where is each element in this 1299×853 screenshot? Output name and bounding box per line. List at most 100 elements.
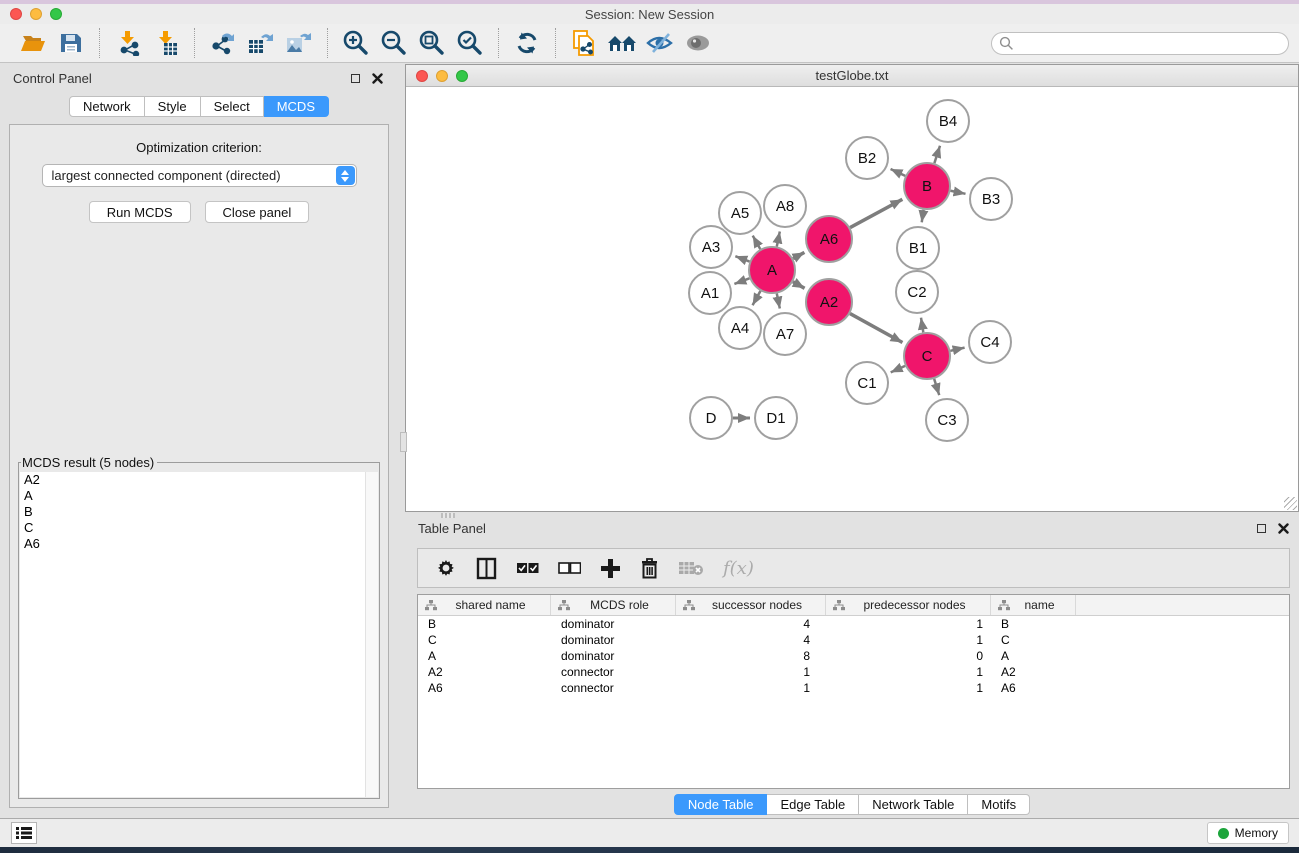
- graph-node-B3[interactable]: B3: [970, 178, 1012, 220]
- tab-network[interactable]: Network: [69, 96, 145, 117]
- show-graphics-details-button[interactable]: [679, 27, 717, 59]
- table-cell[interactable]: 1: [676, 681, 826, 695]
- table-cell[interactable]: 1: [676, 665, 826, 679]
- close-panel-icon[interactable]: [372, 73, 383, 84]
- mcds-result-item[interactable]: B: [20, 504, 378, 520]
- mcds-result-item[interactable]: A2: [20, 472, 378, 488]
- table-cell[interactable]: 8: [676, 649, 826, 663]
- graph-node-A[interactable]: A: [749, 247, 795, 293]
- graph-edge-C-C4[interactable]: [950, 348, 964, 351]
- table-row[interactable]: Adominator80A: [418, 648, 1289, 664]
- task-history-button[interactable]: [11, 822, 37, 844]
- table-cell[interactable]: dominator: [551, 649, 676, 663]
- table-cell[interactable]: dominator: [551, 617, 676, 631]
- table-cell[interactable]: A6: [991, 681, 1076, 695]
- function-builder-label[interactable]: f(x): [723, 558, 754, 579]
- tab-style[interactable]: Style: [145, 96, 201, 117]
- optimization-criterion-dropdown[interactable]: largest connected component (directed): [42, 164, 357, 187]
- graph-edge-A-A3[interactable]: [735, 256, 749, 261]
- table-options-gear-button[interactable]: [435, 557, 457, 579]
- graph-node-D[interactable]: D: [690, 397, 732, 439]
- tab-motifs[interactable]: Motifs: [968, 794, 1030, 815]
- open-session-button[interactable]: [14, 27, 52, 59]
- graph-node-B[interactable]: B: [904, 163, 950, 209]
- add-column-button[interactable]: [600, 558, 621, 579]
- table-cell[interactable]: 4: [676, 617, 826, 631]
- table-cell[interactable]: 1: [826, 617, 991, 631]
- column-header-shared-name[interactable]: shared name: [418, 595, 551, 615]
- graph-node-A4[interactable]: A4: [719, 307, 761, 349]
- column-header-successor-nodes[interactable]: successor nodes: [676, 595, 826, 615]
- search-input[interactable]: [991, 32, 1289, 55]
- graph-edge-A-A4[interactable]: [753, 291, 761, 305]
- pane-divider-grip[interactable]: [400, 432, 407, 452]
- unselect-all-columns-button[interactable]: [558, 562, 581, 574]
- export-network-button[interactable]: [204, 27, 242, 59]
- graph-node-D1[interactable]: D1: [755, 397, 797, 439]
- import-network-button[interactable]: [109, 27, 147, 59]
- graph-edge-A-A5[interactable]: [753, 236, 761, 249]
- table-cell[interactable]: C: [991, 633, 1076, 647]
- graph-node-A8[interactable]: A8: [764, 185, 806, 227]
- network-window-titlebar[interactable]: testGlobe.txt: [406, 65, 1298, 87]
- mcds-result-item[interactable]: C: [20, 520, 378, 536]
- graph-node-C4[interactable]: C4: [969, 321, 1011, 363]
- import-table-button[interactable]: [147, 27, 185, 59]
- table-cell[interactable]: 0: [826, 649, 991, 663]
- table-cell[interactable]: dominator: [551, 633, 676, 647]
- table-cell[interactable]: 1: [826, 665, 991, 679]
- table-cell[interactable]: A: [991, 649, 1076, 663]
- table-cell[interactable]: A6: [418, 681, 551, 695]
- graph-edge-C-C1[interactable]: [891, 366, 905, 372]
- table-cell[interactable]: 1: [826, 681, 991, 695]
- graph-node-B1[interactable]: B1: [897, 227, 939, 269]
- zoom-out-button[interactable]: [375, 27, 413, 59]
- column-header-MCDS-role[interactable]: MCDS role: [551, 595, 676, 615]
- zoom-fit-button[interactable]: [413, 27, 451, 59]
- table-cell[interactable]: C: [418, 633, 551, 647]
- column-header-name[interactable]: name: [991, 595, 1076, 615]
- graph-edge-B-B4[interactable]: [934, 146, 940, 163]
- graph-node-C2[interactable]: C2: [896, 271, 938, 313]
- mcds-result-item[interactable]: A: [20, 488, 378, 504]
- graph-edge-A-A1[interactable]: [734, 278, 749, 284]
- zoom-in-button[interactable]: [337, 27, 375, 59]
- graph-node-A6[interactable]: A6: [806, 216, 852, 262]
- table-cell[interactable]: B: [418, 617, 551, 631]
- graph-edge-A6-B[interactable]: [850, 199, 902, 227]
- graph-edge-C-C2[interactable]: [921, 318, 923, 333]
- tab-select[interactable]: Select: [201, 96, 264, 117]
- graph-node-A3[interactable]: A3: [690, 226, 732, 268]
- hide-graphics-details-button[interactable]: [641, 27, 679, 59]
- graph-node-C1[interactable]: C1: [846, 362, 888, 404]
- table-row[interactable]: A6connector11A6: [418, 680, 1289, 696]
- save-session-button[interactable]: [52, 27, 90, 59]
- table-row[interactable]: A2connector11A2: [418, 664, 1289, 680]
- mcds-result-item[interactable]: A6: [20, 536, 378, 552]
- show-columns-button[interactable]: [476, 557, 497, 580]
- close-table-panel-icon[interactable]: [1278, 523, 1289, 534]
- table-cell[interactable]: 4: [676, 633, 826, 647]
- graph-edge-B-B2[interactable]: [891, 169, 906, 176]
- graph-edge-A2-C[interactable]: [850, 314, 902, 343]
- tab-node-table[interactable]: Node Table: [674, 794, 768, 815]
- new-network-from-selection-button[interactable]: [565, 27, 603, 59]
- mcds-result-list[interactable]: A2ABCA6: [20, 472, 378, 797]
- graph-node-A5[interactable]: A5: [719, 192, 761, 234]
- tab-edge-table[interactable]: Edge Table: [767, 794, 859, 815]
- zoom-selected-button[interactable]: [451, 27, 489, 59]
- table-cell[interactable]: A2: [991, 665, 1076, 679]
- network-canvas[interactable]: B4B2BB3A5A8A6A3B1AC2A1A2A4A7CC4C1C3DD1: [406, 88, 1298, 511]
- graph-edge-A-A2[interactable]: [793, 282, 805, 289]
- column-header-predecessor-nodes[interactable]: predecessor nodes: [826, 595, 991, 615]
- select-all-columns-button[interactable]: [516, 562, 539, 574]
- graph-edge-A-A6[interactable]: [793, 252, 804, 258]
- table-cell[interactable]: A: [418, 649, 551, 663]
- refresh-button[interactable]: [508, 27, 546, 59]
- graph-node-C3[interactable]: C3: [926, 399, 968, 441]
- export-table-button[interactable]: [242, 27, 280, 59]
- graph-edge-C-C3[interactable]: [934, 379, 939, 395]
- graph-node-A7[interactable]: A7: [764, 313, 806, 355]
- window-resize-grip[interactable]: [1284, 497, 1297, 510]
- graph-edge-A-A7[interactable]: [777, 294, 780, 309]
